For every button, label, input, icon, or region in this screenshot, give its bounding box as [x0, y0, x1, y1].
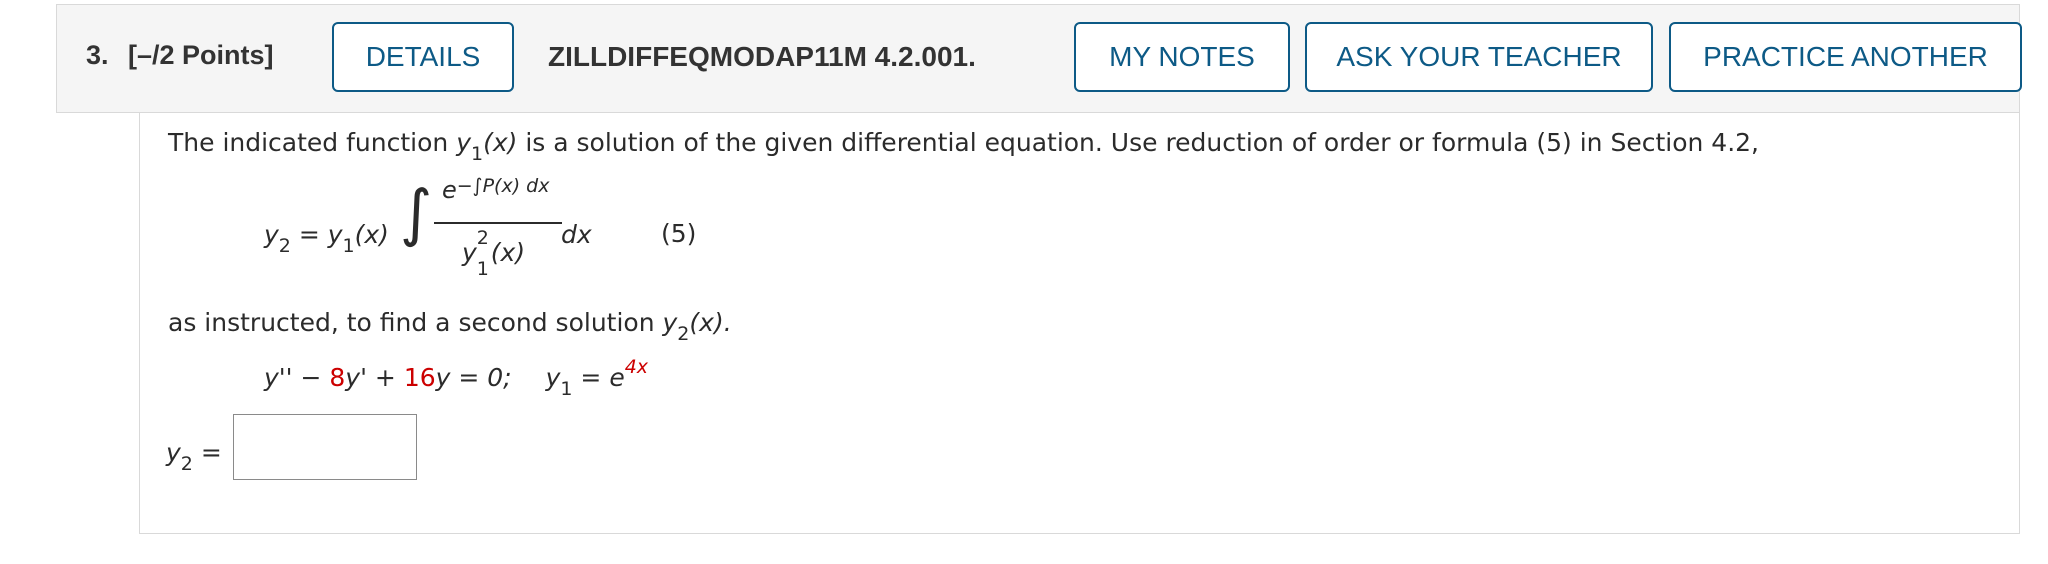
equation-part3: y = 0; [435, 363, 512, 392]
answer-label-sub: 2 [180, 453, 193, 475]
equation-part1: y'' − [264, 363, 330, 392]
intro-text-before: The indicated function [168, 128, 457, 157]
formula-equals: = [290, 220, 328, 249]
differential-equation: y'' − 8y' + 16y = 0; y1 = e4x [264, 356, 648, 400]
instruction-y-arg: (x). [689, 308, 732, 337]
instruction-y-sub: 2 [677, 323, 690, 345]
details-button[interactable]: DETAILS [332, 22, 514, 92]
instruction-y: y [662, 308, 678, 337]
instruction-before: as instructed, to find a second solution [168, 308, 663, 337]
intro-y-sub: 1 [470, 143, 484, 165]
denominator-y: y [462, 238, 477, 267]
answer-label-equals: = [192, 438, 222, 467]
my-notes-button[interactable]: MY NOTES [1074, 22, 1290, 92]
formula-lhs: y2 = y1(x) [264, 220, 389, 257]
formula-number: (5) [661, 219, 697, 248]
equation-y1-equals: = e [572, 363, 625, 392]
equation-coef-16: 16 [403, 363, 436, 392]
formula-denominator: y 2 1 (x) [462, 227, 526, 280]
problem-code: ZILLDIFFEQMODAP11M 4.2.001. [548, 41, 976, 72]
instruction-text: as instructed, to find a second solution… [168, 308, 732, 345]
equation-exponent: 4x [624, 356, 649, 378]
integral-sign: ∫ [400, 176, 433, 249]
intro-y-arg: (x) [483, 128, 518, 157]
formula-y2-sub: 2 [278, 235, 291, 257]
formula-dx: dx [561, 220, 592, 249]
ask-teacher-button[interactable]: ASK YOUR TEACHER [1305, 22, 1653, 92]
equation-part2: y' + [345, 363, 404, 392]
denominator-sub: 1 [476, 258, 489, 280]
intro-text-after: is a solution of the given differential … [517, 128, 1760, 157]
question-number: 3. [86, 40, 109, 70]
fraction-bar [434, 222, 562, 224]
points-label: [–/2 Points] [128, 40, 274, 70]
formula-numerator: e−∫P(x) dx [442, 175, 550, 204]
equation-y1: y [545, 363, 561, 392]
denominator-sup: 2 [476, 227, 489, 249]
numerator-e: e [442, 176, 457, 204]
formula-y1: y [327, 220, 343, 249]
equation-y1-sub: 1 [560, 378, 573, 400]
formula-y1-sub: 1 [342, 235, 355, 257]
practice-another-button[interactable]: PRACTICE ANOTHER [1669, 22, 2022, 92]
equation-coef-8: 8 [329, 363, 346, 392]
formula-y2: y [264, 220, 279, 249]
answer-label-y: y [166, 438, 181, 467]
problem-intro: The indicated function y1(x) is a soluti… [168, 128, 1760, 165]
denominator-arg: (x) [490, 238, 526, 267]
answer-input[interactable] [233, 414, 417, 480]
numerator-exponent: −∫P(x) dx [456, 175, 550, 197]
intro-y: y [456, 128, 471, 157]
formula-y1-arg: (x) [354, 220, 389, 249]
answer-label: y2 = [166, 438, 222, 475]
